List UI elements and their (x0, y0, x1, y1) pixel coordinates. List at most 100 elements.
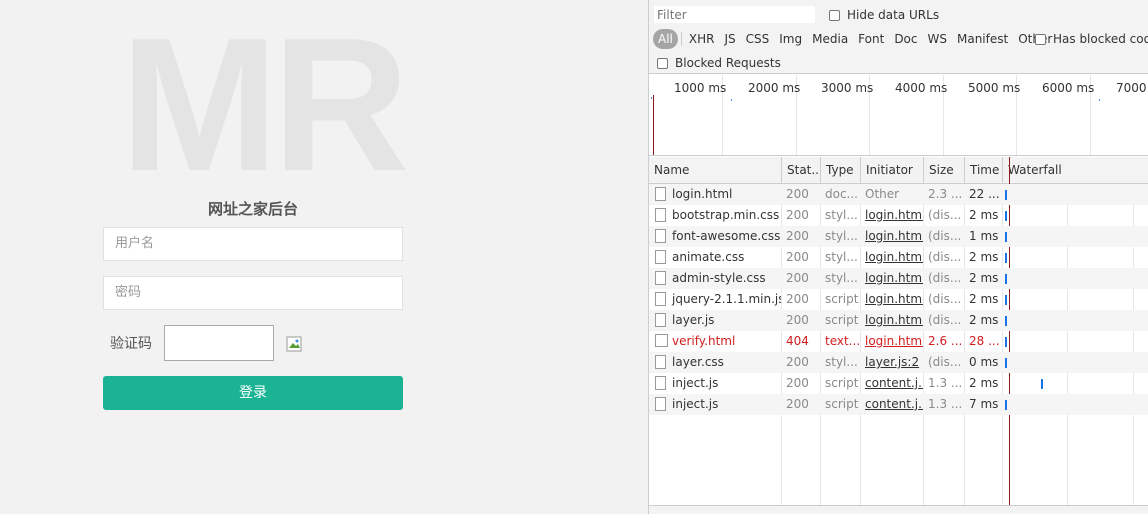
request-name: verify.html (672, 334, 736, 348)
checkbox-box[interactable] (829, 9, 840, 21)
filter-input[interactable]: Filter (653, 5, 816, 24)
request-name-cell[interactable]: layer.css (649, 352, 781, 373)
username-input[interactable]: 用户名 (103, 227, 403, 261)
timeline-overview[interactable]: 1000 ms 2000 ms 3000 ms 4000 ms 5000 ms 6000 … (649, 75, 1148, 156)
request-initiator-cell: Other (865, 187, 900, 201)
request-row[interactable]: inject.js 200 scriptcontent.j... 1.3 ... 7 m… (649, 394, 1148, 415)
captcha-input[interactable] (164, 325, 274, 361)
request-row[interactable]: animate.css 200 styl... login.html (dis... 2 … (649, 247, 1148, 268)
column-header-size[interactable]: Size (923, 157, 964, 184)
overview-tick-label: 1000 ms (674, 81, 727, 95)
request-type-cell: script (825, 376, 859, 390)
request-size-cell: 2.6 ... (928, 334, 963, 348)
type-filter-css[interactable]: CSS (742, 29, 774, 49)
request-name: animate.css (672, 250, 745, 264)
column-header-name[interactable]: Name (649, 157, 781, 184)
request-size-cell: (dis... (928, 313, 962, 327)
request-size-cell: (dis... (928, 271, 962, 285)
overview-tick-label: 3000 ms (821, 81, 874, 95)
request-row[interactable]: layer.css 200 styl... layer.js:2 (dis... 0 ms (649, 352, 1148, 373)
request-time-cell: 2 ms (969, 250, 999, 264)
request-row[interactable]: inject.js 200 scriptcontent.j... 1.3 ... 2 m… (649, 373, 1148, 394)
request-row[interactable]: bootstrap.min.css 200 styl... login.html (di… (649, 205, 1148, 226)
waterfall-bar (1005, 358, 1007, 368)
waterfall-bar (1005, 400, 1007, 410)
table-header: Name Stat... Type Initiator Size Time Waterfal… (649, 157, 1148, 184)
column-header-time[interactable]: Time (964, 157, 1002, 184)
request-size-cell: 2.3 ... (928, 187, 963, 201)
request-initiator-cell[interactable]: layer.js:2 (860, 352, 923, 373)
type-filter-media[interactable]: Media (808, 29, 852, 49)
request-row[interactable]: font-awesome.css 200 styl... login.html (dis… (649, 226, 1148, 247)
request-name-cell[interactable]: admin-style.css (649, 268, 781, 289)
request-row[interactable]: jquery-2.1.1.min.js 200 script login.html (d… (649, 289, 1148, 310)
request-name-cell[interactable]: login.html (649, 184, 781, 205)
request-name-cell[interactable]: jquery-2.1.1.min.js (649, 289, 781, 310)
request-time-cell: 2 ms (969, 313, 999, 327)
hide-data-urls-checkbox[interactable]: Hide data URLs (829, 8, 939, 22)
document-icon (655, 271, 666, 285)
request-name: login.html (672, 187, 733, 201)
type-filter-doc[interactable]: Doc (890, 29, 921, 49)
request-type-cell: doc... (825, 187, 858, 201)
request-row[interactable]: login.html 200 doc... Other 2.3 ... 22 ... (649, 184, 1148, 205)
waterfall-bar (1005, 337, 1007, 347)
waterfall-bar (1005, 211, 1007, 221)
column-header-waterfall[interactable]: Waterfall (1002, 157, 1148, 184)
column-header-initiator[interactable]: Initiator (860, 157, 923, 184)
request-initiator-cell[interactable]: login.html (860, 205, 923, 226)
request-name-cell[interactable]: bootstrap.min.css (649, 205, 781, 226)
type-filter-img[interactable]: Img (775, 29, 806, 49)
checkbox-label: Blocked Requests (675, 56, 781, 70)
type-filter-font[interactable]: Font (854, 29, 888, 49)
request-row[interactable]: verify.html 404 text... login.html 2.6 ... 28… (649, 331, 1148, 352)
site-title: 网址之家后台 (207, 200, 298, 218)
request-status-cell: 200 (786, 208, 809, 222)
request-initiator-cell[interactable]: login.html (860, 331, 923, 352)
image-icon (655, 334, 668, 347)
request-size-cell: 1.3 ... (928, 376, 963, 390)
waterfall-bar (1005, 253, 1007, 263)
request-type-cell: styl... (825, 355, 858, 369)
checkbox-box[interactable] (1035, 33, 1046, 45)
request-initiator-cell[interactable]: login.html (860, 310, 923, 331)
password-input[interactable]: 密码 (103, 276, 403, 310)
request-name-cell[interactable]: layer.js (649, 310, 781, 331)
has-blocked-cookies-checkbox[interactable]: Has blocked cookies (1035, 32, 1148, 46)
request-initiator-cell[interactable]: login.html (860, 268, 923, 289)
request-name-cell[interactable]: animate.css (649, 247, 781, 268)
request-name: inject.js (672, 397, 719, 411)
request-initiator-cell[interactable]: content.j... (860, 373, 923, 394)
checkbox-box[interactable] (657, 57, 668, 69)
request-initiator-cell[interactable]: login.html (860, 289, 923, 310)
type-filter-manifest[interactable]: Manifest (953, 29, 1012, 49)
request-initiator-cell[interactable]: content.j... (860, 394, 923, 415)
request-time-cell: 2 ms (969, 271, 999, 285)
request-type-cell: styl... (825, 208, 858, 222)
type-filter-js[interactable]: JS (720, 29, 739, 49)
request-name: font-awesome.css (672, 229, 781, 243)
type-filter-all[interactable]: All (653, 29, 678, 49)
request-size-cell: (dis... (928, 229, 962, 243)
request-row[interactable]: admin-style.css 200 styl... login.html (dis.… (649, 268, 1148, 289)
devtools-network-panel: Filter Hide data URLs All XHR JS CSS Img Medi… (648, 0, 1148, 514)
request-size-cell: (dis... (928, 355, 962, 369)
request-name-cell[interactable]: font-awesome.css (649, 226, 781, 247)
request-name-cell[interactable]: inject.js (649, 394, 781, 415)
request-name-cell[interactable]: verify.html (649, 331, 781, 352)
type-filter-xhr[interactable]: XHR (685, 29, 719, 49)
request-name-cell[interactable]: inject.js (649, 373, 781, 394)
column-header-type[interactable]: Type (820, 157, 860, 184)
blocked-requests-checkbox[interactable]: Blocked Requests (657, 56, 781, 70)
request-initiator-cell[interactable]: login.html (860, 226, 923, 247)
overview-tick-label: 5000 ms (968, 81, 1021, 95)
request-row[interactable]: layer.js 200 script login.html (dis... 2 ms (649, 310, 1148, 331)
login-button[interactable]: 登录 (103, 376, 403, 410)
request-time-cell: 0 ms (969, 355, 999, 369)
broken-image-icon[interactable] (286, 336, 302, 352)
request-status-cell: 200 (786, 355, 809, 369)
type-filter-ws[interactable]: WS (924, 29, 951, 49)
column-header-status[interactable]: Stat... (781, 157, 820, 184)
request-status-cell: 200 (786, 271, 809, 285)
request-initiator-cell[interactable]: login.html (860, 247, 923, 268)
